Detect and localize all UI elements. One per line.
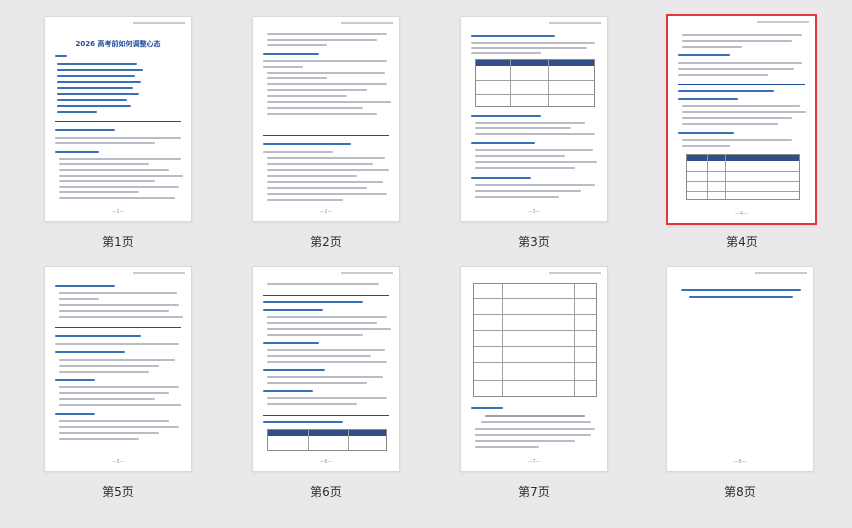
page-caption: 第8页: [724, 485, 756, 499]
page-caption: 第2页: [310, 235, 342, 249]
page-caption: 第1页: [102, 235, 134, 249]
document-title: 2026 高考前如何调整心态: [75, 40, 161, 48]
page-preview: —6—: [252, 266, 400, 472]
page-footer-number: —3—: [527, 209, 541, 215]
page-footer-number: —1—: [111, 209, 125, 215]
page-footer-number: —6—: [319, 459, 333, 465]
page-footer-number: —4—: [734, 211, 749, 217]
page-caption: 第4页: [726, 235, 758, 249]
page-caption: 第3页: [518, 235, 550, 249]
page-preview: —7—: [460, 266, 608, 472]
page-footer-number: —8—: [733, 459, 747, 465]
page-preview: —8—: [666, 266, 814, 472]
page-preview: 2026 高考前如何调整心态 ​ —1—: [44, 16, 192, 222]
page-footer-number: —2—: [319, 209, 333, 215]
page-preview: —5—: [44, 266, 192, 472]
page-footer-number: —5—: [111, 459, 125, 465]
page-preview: —2—: [252, 16, 400, 222]
page-preview-selected: —4—: [666, 14, 817, 225]
page-caption: 第6页: [310, 485, 342, 499]
page-caption: 第5页: [102, 485, 134, 499]
page-footer-number: —7—: [527, 459, 541, 465]
page-preview: —3—: [460, 16, 608, 222]
page-thumbnail-grid: 2026 高考前如何调整心态 ​ —1—: [0, 0, 852, 528]
page-caption: 第7页: [518, 485, 550, 499]
